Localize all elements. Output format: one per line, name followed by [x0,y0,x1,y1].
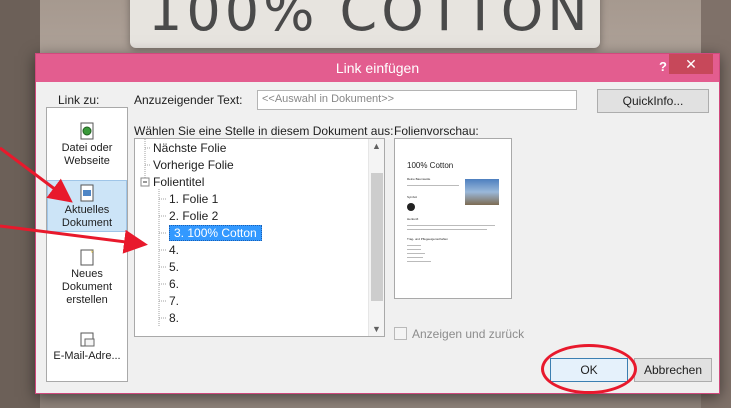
quickinfo-button[interactable]: QuickInfo... [597,89,709,113]
link-item-new-document[interactable]: Neues Dokument erstellen [47,248,127,308]
link-item-current-document-label: Aktuelles Dokument [61,204,113,229]
slide-preview-title: 100% Cotton [407,161,454,170]
tree-item-previous-slide[interactable]: Vorherige Folie [153,157,234,174]
document-place-tree[interactable]: Nächste Folie Vorherige Folie Folientite… [134,138,385,337]
current-document-icon [80,184,94,202]
new-document-icon [80,249,94,266]
slide-preview-heading-3: Herkunft [407,217,419,221]
tree-item-slide-3-selected[interactable]: 3. 100% Cotton [169,225,262,242]
insert-link-dialog: Link einfügen ? ✕ Link zu: Anzuzeigender… [35,53,720,394]
close-button[interactable]: ✕ [669,54,713,74]
slide-preview-heading-4: Trag- und Pflegeeigenschaften [407,237,448,241]
slide-preview-label: Folienvorschau: [394,124,479,138]
slide-thumbnail: 100% Cotton Reine Baumwolle Symbol Herku… [397,141,509,298]
slide-preview-text-line [407,249,421,250]
dialog-title: Link einfügen [335,60,420,76]
link-item-web-page-label: Datei oder Webseite [61,142,113,167]
show-and-return-label: Anzeigen und zurück [412,327,525,341]
slide-preview-text-line [407,261,431,262]
show-and-return-checkbox[interactable] [394,327,407,340]
email-icon [80,332,95,347]
tree-item-slide-6[interactable]: 6. [169,276,179,293]
tree-item-slide-7[interactable]: 7. [169,293,179,310]
link-item-email[interactable]: E-Mail-Adre... [47,330,127,370]
background-photo-left [0,0,40,408]
slide-preview-text-line [407,229,487,230]
tree-scroll-thumb[interactable] [371,173,383,301]
tree-item-slide-4[interactable]: 4. [169,242,179,259]
background-label-text: 100% COTTON [148,0,592,43]
slide-preview-symbol-icon [407,203,415,211]
scroll-down-icon[interactable]: ▼ [372,324,381,334]
tree-item-slide-5[interactable]: 5. [169,259,179,276]
link-item-new-document-label: Neues Dokument erstellen [61,268,113,306]
slide-preview-heading-1: Reine Baumwolle [407,177,431,181]
tree-item-slide-1[interactable]: 1. Folie 1 [169,191,218,208]
help-button[interactable]: ? [659,59,667,74]
link-item-current-document[interactable]: Aktuelles Dokument [47,180,127,232]
cancel-button[interactable]: Abbrechen [634,358,712,382]
tree-item-slide-2[interactable]: 2. Folie 2 [169,208,218,225]
slide-preview-heading-2: Symbol [407,195,418,199]
place-in-document-label: Wählen Sie eine Stelle in diesem Dokumen… [134,124,394,138]
slide-preview-photo [465,179,499,205]
slide-preview-text-line [407,185,459,186]
dialog-titlebar: Link einfügen ? ✕ [36,54,719,82]
slide-preview-text-line [407,253,425,254]
display-text-label: Anzuzeigender Text: [134,93,243,107]
display-text-input[interactable]: <<Auswahl in Dokument>> [257,90,577,110]
scroll-up-icon[interactable]: ▲ [372,141,381,151]
slide-preview-text-line [407,257,423,258]
slide-preview-text-line [407,245,421,246]
tree-item-slide-8[interactable]: 8. [169,310,179,327]
slide-preview-text-line [407,225,495,226]
tree-scrollbar[interactable]: ▲ ▼ [368,139,384,336]
tree-item-next-slide[interactable]: Nächste Folie [153,140,226,157]
link-to-label: Link zu: [58,93,100,107]
link-to-panel: Datei oder Webseite Aktuelles Dokument N… [46,107,128,382]
slide-preview-box: 100% Cotton Reine Baumwolle Symbol Herku… [394,138,512,299]
link-item-web-page[interactable]: Datei oder Webseite [47,122,127,168]
ok-highlight-circle [541,344,637,394]
link-item-email-label: E-Mail-Adre... [53,350,121,362]
web-page-icon [80,122,94,140]
tree-item-slide-titles[interactable]: Folientitel [153,174,204,191]
